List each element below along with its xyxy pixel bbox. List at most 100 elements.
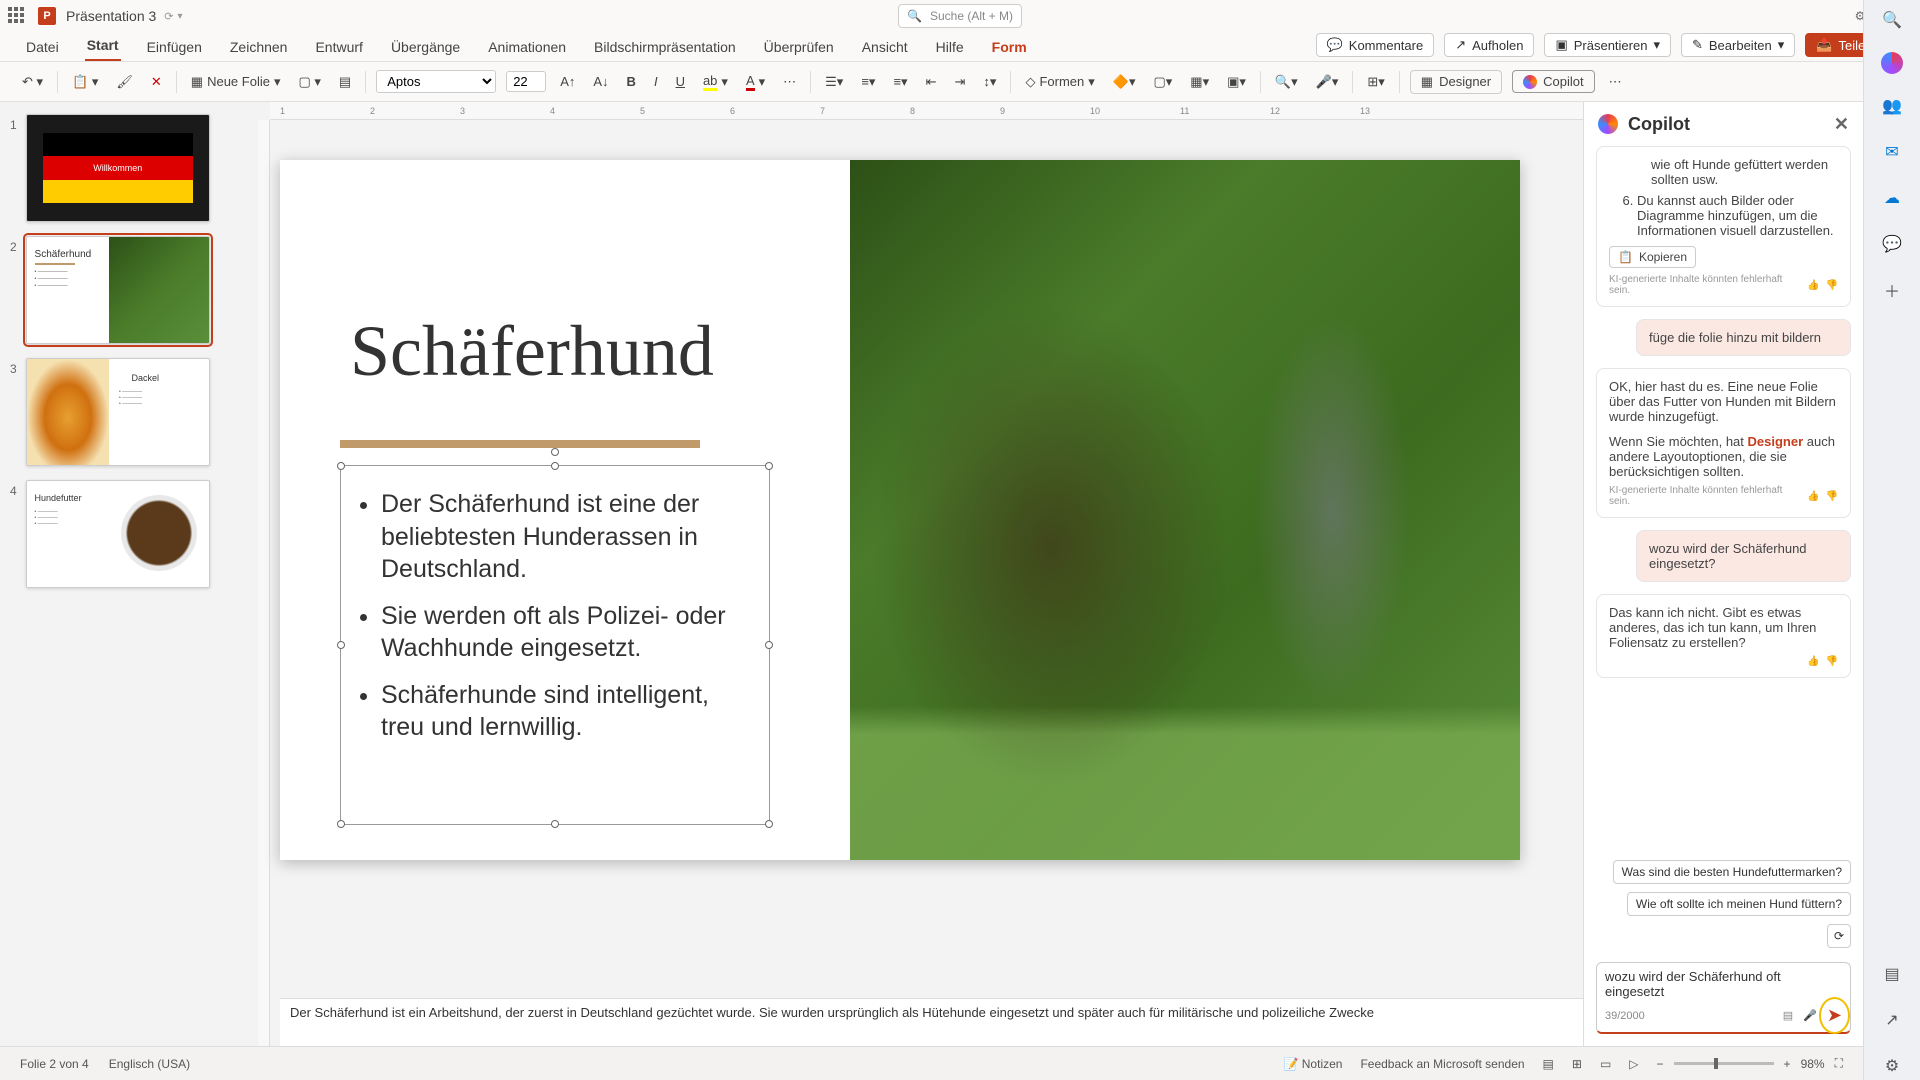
slide-title[interactable]: Schäferhund <box>350 310 714 393</box>
tab-ueberpruefen[interactable]: Überprüfen <box>762 33 836 61</box>
suggestion-chip[interactable]: Wie oft sollte ich meinen Hund füttern? <box>1627 892 1851 916</box>
suggestion-chip[interactable]: Was sind die besten Hundefuttermarken? <box>1613 860 1851 884</box>
underline-button[interactable]: U <box>672 72 689 91</box>
teams-icon[interactable]: 👥 <box>1878 92 1906 120</box>
zoom-slider[interactable] <box>1674 1062 1774 1065</box>
arrange-button[interactable]: ▦▾ <box>1186 72 1213 92</box>
search-input[interactable]: 🔍 Suche (Alt + M) <box>898 4 1022 28</box>
slide-image[interactable] <box>850 160 1520 860</box>
tab-bildschirm[interactable]: Bildschirmpräsentation <box>592 33 738 61</box>
catchup-button[interactable]: ↗ Aufholen <box>1444 33 1534 57</box>
skype-icon[interactable]: 💬 <box>1878 230 1906 258</box>
tab-einfuegen[interactable]: Einfügen <box>145 33 204 61</box>
shapes-button[interactable]: ◇ Formen ▾ <box>1021 72 1098 92</box>
more-button[interactable]: ⋯ <box>1605 72 1626 92</box>
line-spacing-button[interactable]: ↕▾ <box>979 72 1000 92</box>
zoom-out-button[interactable]: − <box>1657 1057 1664 1071</box>
more-font-button[interactable]: ⋯ <box>779 72 800 92</box>
designer-link[interactable]: Designer <box>1748 434 1804 449</box>
bullet-1[interactable]: Der Schäferhund ist eine der beliebteste… <box>381 488 751 586</box>
panel-icon[interactable]: ▤ <box>1878 960 1906 988</box>
paste-button[interactable]: 📋 ▾ <box>68 72 102 92</box>
font-name-select[interactable]: Aptos <box>376 70 496 93</box>
indent-decrease-button[interactable]: ⇤ <box>922 72 941 92</box>
comments-button[interactable]: 💬 Kommentare <box>1316 33 1435 57</box>
font-size-input[interactable] <box>506 71 546 92</box>
refresh-suggestions-button[interactable]: ⟳ <box>1827 924 1851 948</box>
slide-canvas[interactable]: Schäferhund Der Schäferhund ist eine der… <box>280 160 1520 860</box>
new-slide-button[interactable]: ▦ Neue Folie ▾ <box>187 72 285 92</box>
italic-button[interactable]: I <box>650 72 662 91</box>
format-painter-button[interactable]: 🖌 <box>112 72 137 92</box>
tab-zeichnen[interactable]: Zeichnen <box>228 33 290 61</box>
shrink-font-button[interactable]: A↓ <box>589 72 612 91</box>
numbering-button[interactable]: ≡▾ <box>857 72 879 92</box>
delete-button[interactable]: ✕ <box>147 72 166 92</box>
fit-to-window-button[interactable]: ⛶ <box>1835 1056 1843 1071</box>
thumbs-down-icon[interactable]: 👎 <box>1826 280 1838 291</box>
reading-view-icon[interactable]: ▭ <box>1600 1057 1611 1071</box>
shape-outline-button[interactable]: ▢▾ <box>1149 72 1176 92</box>
app-launcher-icon[interactable] <box>8 7 26 25</box>
tab-hilfe[interactable]: Hilfe <box>934 33 966 61</box>
thumb-4[interactable]: 4 Hundefutter • ————• ————• ———— <box>10 480 210 588</box>
bold-button[interactable]: B <box>623 72 640 91</box>
tab-entwurf[interactable]: Entwurf <box>313 33 364 61</box>
highlight-button[interactable]: ab ▾ <box>699 71 732 93</box>
thumbs-up-icon[interactable]: 👍 <box>1807 280 1819 291</box>
zoom-level[interactable]: 98% <box>1801 1057 1825 1071</box>
search-icon[interactable]: 🔍 <box>1878 6 1906 34</box>
attach-icon[interactable]: ▤ <box>1783 1009 1793 1022</box>
section-button[interactable]: ▤ <box>335 72 355 92</box>
close-copilot-button[interactable]: ✕ <box>1834 114 1849 135</box>
normal-view-icon[interactable]: ▤ <box>1543 1057 1554 1071</box>
chevron-down-icon[interactable]: ▾ <box>178 11 183 22</box>
copilot-button[interactable]: Copilot <box>1512 70 1594 93</box>
document-title[interactable]: Präsentation 3 <box>66 8 156 24</box>
bullets-button[interactable]: ☰▾ <box>821 72 847 92</box>
notes-toggle[interactable]: 📝 Notizen <box>1283 1057 1342 1071</box>
group-button[interactable]: ▣▾ <box>1223 72 1250 92</box>
present-button[interactable]: ▣ Präsentieren ▾ <box>1544 33 1671 57</box>
bullet-2[interactable]: Sie werden oft als Polizei- oder Wachhun… <box>381 600 751 665</box>
copilot-input[interactable]: wozu wird der Schäferhund oft eingesetzt… <box>1596 962 1851 1034</box>
dictate-button[interactable]: 🎤▾ <box>1312 72 1343 92</box>
mic-icon[interactable]: 🎤 <box>1803 1009 1817 1022</box>
grow-font-button[interactable]: A↑ <box>556 72 579 91</box>
tab-start[interactable]: Start <box>85 31 121 61</box>
outlook-icon[interactable]: ✉ <box>1878 138 1906 166</box>
shape-fill-button[interactable]: 🔶▾ <box>1109 72 1140 92</box>
edit-button[interactable]: ✎ Bearbeiten ▾ <box>1681 33 1795 57</box>
external-icon[interactable]: ↗ <box>1878 1006 1906 1034</box>
tab-form[interactable]: Form <box>990 33 1029 61</box>
sorter-view-icon[interactable]: ⊞ <box>1572 1057 1582 1071</box>
thumbs-up-icon[interactable]: 👍 <box>1807 491 1819 502</box>
thumb-1[interactable]: 1 Willkommen <box>10 114 210 222</box>
thumb-2[interactable]: 2 Schäferhund • ——————• ——————• —————— <box>10 236 210 344</box>
slideshow-view-icon[interactable]: ▷ <box>1629 1057 1638 1071</box>
align-button[interactable]: ≡▾ <box>889 72 911 92</box>
thumbs-up-icon[interactable]: 👍 <box>1807 656 1819 667</box>
undo-button[interactable]: ↶ ▾ <box>18 72 47 92</box>
thumbs-down-icon[interactable]: 👎 <box>1826 656 1838 667</box>
tab-uebergaenge[interactable]: Übergänge <box>389 33 462 61</box>
content-textbox[interactable]: Der Schäferhund ist eine der beliebteste… <box>340 465 770 825</box>
thumbs-down-icon[interactable]: 👎 <box>1826 491 1838 502</box>
addins-button[interactable]: ⊞▾ <box>1363 72 1388 92</box>
thumb-3[interactable]: 3 Dackel • ————• ————• ———— <box>10 358 210 466</box>
indent-increase-button[interactable]: ⇥ <box>951 72 970 92</box>
language-indicator[interactable]: Englisch (USA) <box>109 1057 190 1071</box>
copilot-side-icon[interactable] <box>1881 52 1903 74</box>
find-button[interactable]: 🔍▾ <box>1271 72 1302 92</box>
font-color-button[interactable]: A ▾ <box>742 71 769 93</box>
tab-ansicht[interactable]: Ansicht <box>860 33 910 61</box>
slide-indicator[interactable]: Folie 2 von 4 <box>20 1057 89 1071</box>
send-button[interactable]: ➤ <box>1827 1005 1842 1026</box>
designer-button[interactable]: ▦ Designer <box>1410 70 1502 94</box>
add-app-icon[interactable]: ＋ <box>1878 276 1906 304</box>
zoom-in-button[interactable]: + <box>1784 1057 1791 1071</box>
copy-button[interactable]: 📋 Kopieren <box>1609 246 1696 268</box>
feedback-link[interactable]: Feedback an Microsoft senden <box>1360 1057 1524 1071</box>
onedrive-icon[interactable]: ☁ <box>1878 184 1906 212</box>
settings-side-icon[interactable]: ⚙ <box>1878 1052 1906 1080</box>
